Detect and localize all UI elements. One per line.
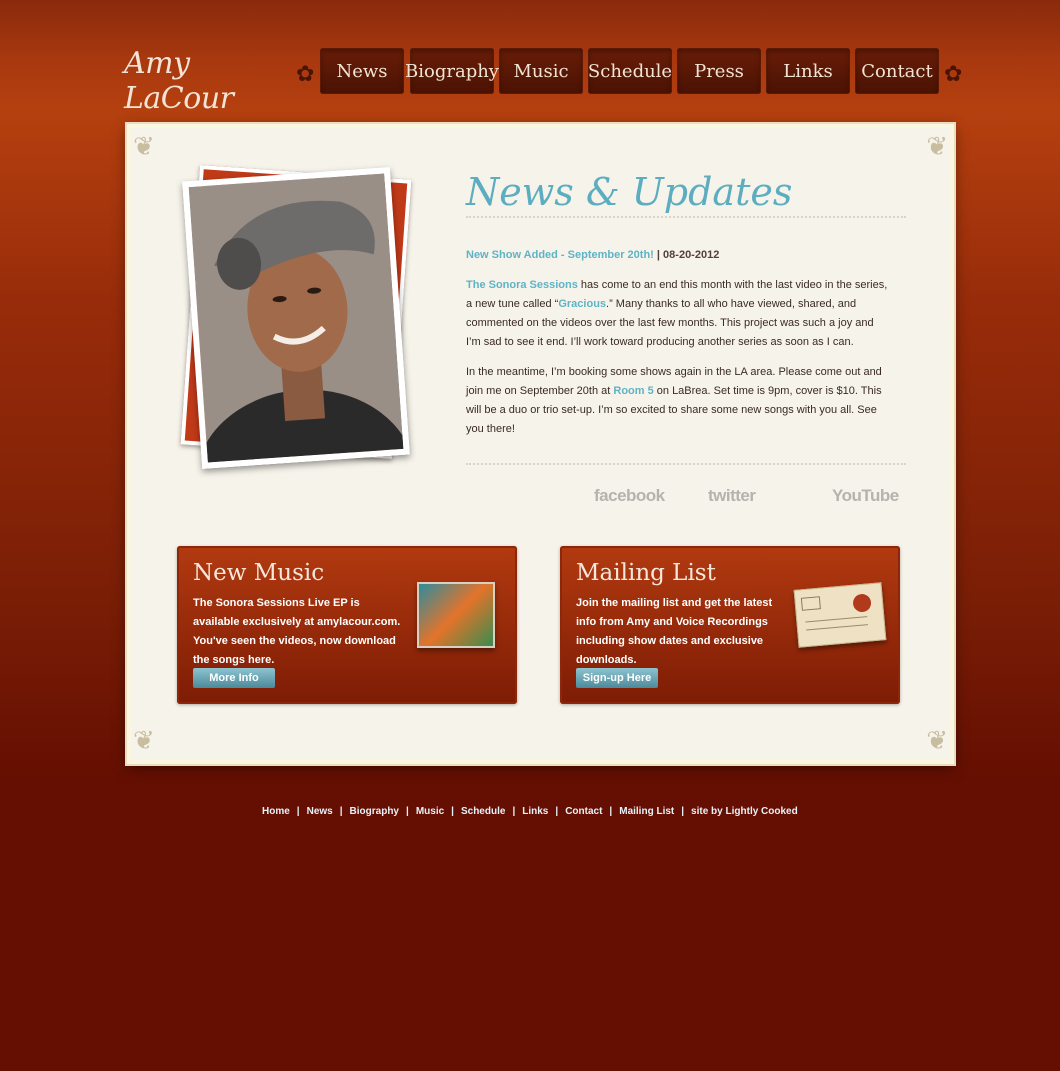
corner-ornament-icon: ❦	[926, 726, 948, 756]
footer-link-home[interactable]: Home	[262, 806, 290, 817]
footer-link-mailing-list[interactable]: Mailing List	[619, 806, 674, 817]
new-music-box: New Music The Sonora Sessions Live EP is…	[177, 546, 517, 704]
nav-item-biography[interactable]: Biography	[405, 48, 499, 94]
main-nav: ✿ News Biography Music Schedule Press Li…	[296, 48, 964, 94]
nav-item-contact[interactable]: Contact	[855, 48, 939, 94]
footer-links: Home | News | Biography | Music | Schedule | Links…	[262, 806, 822, 820]
corner-ornament-icon: ❦	[926, 132, 948, 162]
sonora-sessions-link[interactable]: The Sonora Sessions	[466, 279, 578, 291]
news-heading: News & Updates	[466, 170, 793, 214]
new-music-text: The Sonora Sessions Live EP is available…	[193, 597, 401, 666]
room-5-link[interactable]: Room 5	[613, 385, 653, 397]
mailing-list-text: Join the mailing list and get the latest…	[576, 597, 773, 666]
footer-link-biography[interactable]: Biography	[350, 806, 399, 817]
nav-ornament-left-icon: ✿	[296, 62, 315, 87]
nav-item-links[interactable]: Links	[766, 48, 850, 94]
post-title-link[interactable]: New Show Added - September 20th!	[466, 249, 654, 261]
corner-ornament-icon: ❦	[133, 726, 155, 756]
footer-separator: |	[609, 806, 613, 817]
nav-item-press[interactable]: Press	[677, 48, 761, 94]
footer-separator: |	[681, 806, 685, 817]
sign-up-button[interactable]: Sign-up Here	[576, 668, 658, 688]
footer-separator: |	[555, 806, 559, 817]
footer-separator: |	[339, 806, 343, 817]
post-header: New Show Added - September 20th! | 08-20…	[466, 249, 719, 261]
footer-separator: |	[296, 806, 300, 817]
postcard-icon	[793, 582, 887, 648]
post-separator: |	[653, 249, 664, 261]
corner-ornament-icon: ❦	[133, 132, 155, 162]
facebook-link[interactable]: facebook	[594, 486, 665, 506]
nav-item-news[interactable]: News	[320, 48, 404, 94]
nav-item-schedule[interactable]: Schedule	[588, 48, 672, 94]
footer-link-schedule[interactable]: Schedule	[461, 806, 505, 817]
footer-separator: |	[406, 806, 409, 817]
footer-link-music[interactable]: Music	[416, 806, 444, 817]
divider	[466, 463, 906, 465]
footer-link-news[interactable]: News	[307, 806, 333, 817]
twitter-link[interactable]: twitter	[708, 486, 756, 506]
youtube-link[interactable]: YouTube	[832, 486, 899, 506]
post-paragraph-1: The Sonora Sessions has come to an end t…	[466, 276, 890, 352]
new-music-title: New Music	[193, 560, 325, 586]
footer-link-contact[interactable]: Contact	[565, 806, 602, 817]
mailing-list-title: Mailing List	[576, 560, 716, 586]
album-cover-icon	[417, 582, 495, 648]
footer-link-links[interactable]: Links	[522, 806, 548, 817]
nav-ornament-right-icon: ✿	[944, 62, 963, 87]
divider	[466, 216, 906, 218]
footer-separator: |	[451, 806, 454, 817]
nav-item-music[interactable]: Music	[499, 48, 583, 94]
artist-photo	[182, 167, 410, 469]
more-info-button[interactable]: More Info	[193, 668, 275, 688]
footer-link-credit[interactable]: site by Lightly Cooked	[691, 806, 798, 817]
post-date: 08-20-2012	[663, 249, 720, 261]
mailing-list-box: Mailing List Join the mailing list and g…	[560, 546, 900, 704]
artist-portrait-icon	[188, 173, 410, 469]
site-logo[interactable]: Amy LaCour	[124, 46, 274, 116]
post-paragraph-2: In the meantime, I’m booking some shows …	[466, 363, 890, 439]
footer-separator: |	[512, 806, 516, 817]
gracious-link[interactable]: Gracious	[558, 298, 606, 310]
